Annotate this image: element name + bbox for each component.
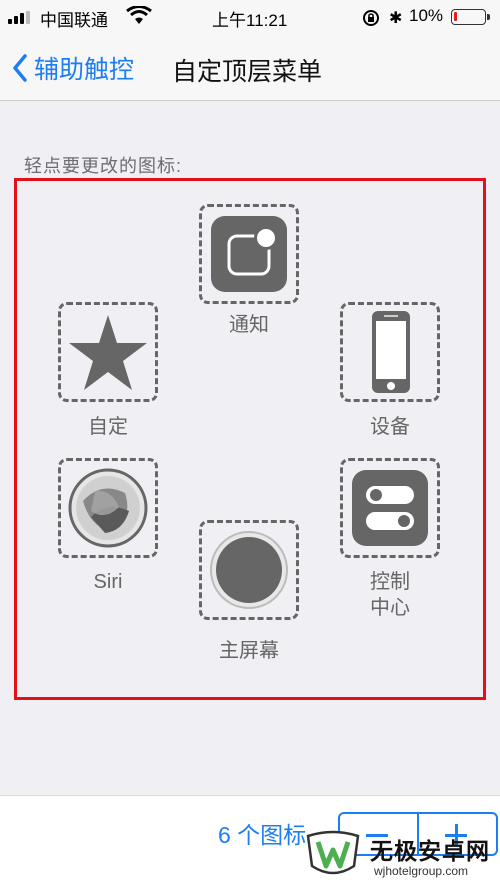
page-title: 自定顶层菜单 — [172, 58, 323, 86]
wifi-icon — [126, 6, 152, 24]
control-center-icon — [352, 470, 428, 546]
icon-slot — [340, 302, 440, 402]
navigation-bar: 辅助触控 自定顶层菜单 — [0, 34, 500, 101]
carrier-name: 中国联通 — [40, 11, 108, 30]
icon-slot — [199, 520, 299, 620]
menu-item-label: 控制 — [370, 571, 410, 593]
iphone-device-icon — [372, 311, 410, 393]
icon-count-label: 6 个图标 — [218, 822, 307, 848]
menu-item-custom[interactable]: 自定 — [58, 302, 160, 438]
watermark-title: 无极安卓网 — [370, 838, 490, 864]
star-icon — [69, 315, 147, 390]
icon-slot — [199, 204, 299, 304]
battery-percent: 10% — [409, 6, 444, 25]
menu-item-label: Siri — [93, 571, 123, 593]
menu-item-control-center[interactable]: 控制 中心 — [340, 458, 442, 619]
notification-icon — [211, 216, 287, 292]
watermark: 无极安卓网 wjhotelgroup.com — [302, 826, 498, 886]
menu-item-label: 主屏幕 — [219, 640, 279, 662]
battery-icon — [451, 9, 490, 25]
menu-item-label-line2: 中心 — [370, 597, 410, 619]
menu-item-device[interactable]: 设备 — [340, 302, 442, 438]
bluetooth-icon: ✱ — [389, 10, 403, 27]
back-button-label: 辅助触控 — [34, 56, 135, 84]
icon-slot — [58, 458, 158, 558]
section-label: 轻点要更改的图标: — [24, 156, 183, 176]
menu-item-label: 通知 — [229, 314, 269, 336]
watermark-url: wjhotelgroup.com — [374, 864, 469, 878]
menu-item-siri[interactable]: Siri — [58, 458, 160, 596]
battery-level-fill — [454, 12, 457, 21]
cellular-signal-icon — [8, 11, 34, 24]
back-button[interactable]: 辅助触控 — [12, 50, 134, 86]
siri-icon — [68, 468, 148, 548]
icon-slot — [58, 302, 158, 402]
menu-item-label: 设备 — [370, 416, 410, 438]
chevron-left-icon — [13, 54, 27, 82]
icon-slot — [340, 458, 440, 558]
status-bar: 中国联通 上午11:21 ✱ 10% — [0, 0, 500, 34]
menu-item-notification[interactable]: 通知 — [199, 204, 301, 336]
rotation-lock-icon — [363, 10, 379, 26]
watermark-logo — [306, 830, 360, 875]
menu-item-label: 自定 — [88, 416, 128, 438]
clock: 上午11:21 — [212, 11, 288, 30]
home-button-icon — [210, 531, 288, 609]
menu-item-home[interactable]: 主屏幕 — [199, 520, 301, 662]
